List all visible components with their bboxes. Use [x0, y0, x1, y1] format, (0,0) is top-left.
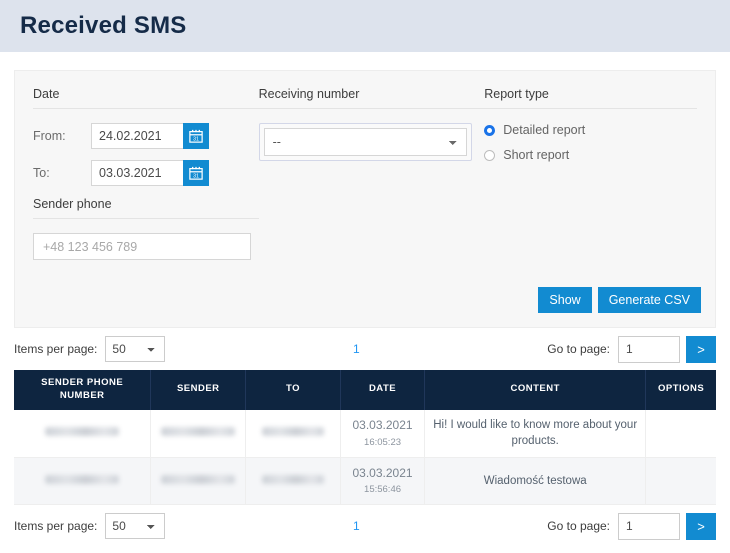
- items-per-page-group-bottom: Items per page: 50: [14, 513, 166, 540]
- column-header-options: Options: [645, 370, 716, 410]
- radio-unselected-icon: [484, 149, 496, 161]
- radio-short-report[interactable]: Short report: [484, 148, 697, 162]
- sender-phone-input[interactable]: [33, 233, 251, 260]
- goto-page-button-top[interactable]: >: [686, 335, 716, 363]
- cell-sender-phone-number: [14, 409, 152, 458]
- report-type-legend: Report type: [484, 87, 549, 101]
- redacted-value: [45, 426, 120, 436]
- column-header-content: Content: [424, 370, 647, 410]
- date-from-label: From:: [33, 129, 66, 143]
- cell-content: Hi! I would like to know more about your…: [424, 409, 647, 458]
- sender-phone-divider: [33, 218, 259, 219]
- radio-detailed-report-label: Detailed report: [503, 123, 586, 137]
- column-header-to: To: [245, 370, 341, 410]
- date-to-input[interactable]: [91, 160, 183, 186]
- table-header-row: Sender phone number Sender To Date Conte…: [14, 370, 716, 410]
- items-per-page-label-top: Items per page:: [14, 342, 98, 356]
- cell-options: [645, 409, 716, 458]
- cell-to: [245, 457, 341, 506]
- receiving-number-legend: Receiving number: [258, 87, 360, 101]
- show-button[interactable]: Show: [538, 287, 592, 313]
- page-number-link-top[interactable]: 1: [353, 342, 360, 356]
- goto-page-label-top: Go to page:: [547, 342, 610, 356]
- page-number-link-bottom[interactable]: 1: [353, 519, 360, 533]
- cell-options: [645, 457, 716, 506]
- items-per-page-select-bottom[interactable]: 50: [105, 513, 166, 540]
- redacted-value: [262, 474, 325, 484]
- generate-csv-button[interactable]: Generate CSV: [597, 287, 701, 313]
- cell-content-value: Hi! I would like to know more about your…: [433, 418, 638, 448]
- report-type-divider: [484, 108, 697, 109]
- page-header: Received SMS: [0, 0, 730, 52]
- pagination-top: Items per page: 50 1 Go to page: >: [0, 328, 730, 370]
- cell-content: Wiadomość testowa: [424, 457, 647, 506]
- receiving-number-select[interactable]: --: [263, 128, 467, 156]
- svg-text:31: 31: [193, 173, 199, 179]
- receiving-number-divider: [258, 108, 485, 109]
- date-from-calendar-button[interactable]: 31: [183, 123, 209, 149]
- cell-time-value: 16:05:23: [364, 436, 402, 448]
- goto-page-input-bottom[interactable]: [618, 512, 680, 540]
- redacted-value: [262, 426, 325, 436]
- column-header-sender-phone-number: Sender phone number: [14, 370, 152, 410]
- goto-page-label-bottom: Go to page:: [547, 519, 610, 534]
- sms-table: Sender phone number Sender To Date Conte…: [14, 370, 716, 506]
- cell-to: [245, 409, 341, 458]
- table-row: 03.03.2021 15:56:46 Wiadomość testowa: [14, 457, 716, 506]
- cell-date-value: 03.03.2021: [352, 465, 413, 480]
- cell-date: 03.03.2021 16:05:23: [340, 409, 426, 458]
- cell-time-value: 15:56:46: [364, 484, 402, 496]
- sms-table-wrapper: Sender phone number Sender To Date Conte…: [14, 370, 716, 506]
- date-to-row: To: 31: [33, 160, 259, 186]
- date-to-label: To:: [33, 166, 50, 180]
- date-from-input[interactable]: [91, 123, 183, 149]
- cell-content-value: Wiadomość testowa: [483, 474, 587, 487]
- calendar-icon: 31: [189, 129, 203, 143]
- radio-short-report-label: Short report: [503, 148, 570, 162]
- cell-sender-phone-number: [14, 457, 152, 506]
- report-type-group: Report type Detailed report Short report: [484, 87, 697, 260]
- goto-page-group-bottom: Go to page: >: [547, 512, 716, 540]
- svg-text:31: 31: [193, 136, 199, 142]
- column-header-sender: Sender: [150, 370, 247, 410]
- date-filter-group: Date From: 31: [33, 87, 259, 260]
- date-from-row: From: 31: [33, 123, 259, 149]
- sms-table-body: 03.03.2021 16:05:23 Hi! I would like to …: [14, 409, 716, 506]
- sender-phone-legend: Sender phone: [33, 197, 112, 211]
- receiving-number-group: Receiving number --: [258, 87, 485, 260]
- cell-sender: [150, 457, 247, 506]
- goto-page-group-top: Go to page: >: [547, 335, 716, 363]
- sms-table-head: Sender phone number Sender To Date Conte…: [14, 370, 716, 410]
- items-per-page-label-bottom: Items per page:: [14, 519, 98, 534]
- table-row: 03.03.2021 16:05:23 Hi! I would like to …: [14, 409, 716, 458]
- column-header-date: Date: [340, 370, 426, 410]
- filter-panel: Date From: 31: [14, 70, 716, 328]
- redacted-value: [45, 474, 120, 484]
- radio-selected-icon: [484, 124, 496, 136]
- cell-date: 03.03.2021 15:56:46: [340, 457, 426, 506]
- page-links-bottom: 1: [165, 519, 547, 533]
- goto-page-button-bottom[interactable]: >: [686, 512, 716, 540]
- date-legend: Date: [33, 87, 60, 101]
- page-links-top: 1: [165, 342, 547, 356]
- radio-detailed-report[interactable]: Detailed report: [484, 123, 697, 137]
- received-sms-page: Received SMS Date From: 24.02.2021 31 To…: [0, 0, 730, 553]
- date-divider: [33, 108, 259, 109]
- pagination-bottom: Items per page: 50 1 Go to page: >: [0, 505, 730, 547]
- items-per-page-group-top: Items per page: 50: [14, 336, 166, 362]
- cell-sender: [150, 409, 247, 458]
- redacted-value: [161, 426, 236, 436]
- receiving-number-select-wrapper: --: [258, 123, 472, 161]
- goto-page-input-top[interactable]: [618, 335, 680, 363]
- page-title: Received SMS: [20, 12, 187, 39]
- redacted-value: [161, 474, 236, 484]
- filter-actions: Show Generate CSV: [538, 287, 701, 313]
- calendar-icon: 31: [189, 166, 203, 180]
- cell-date-value: 03.03.2021: [352, 418, 413, 433]
- date-to-calendar-button[interactable]: 31: [183, 160, 209, 186]
- items-per-page-select-top[interactable]: 50: [105, 336, 166, 362]
